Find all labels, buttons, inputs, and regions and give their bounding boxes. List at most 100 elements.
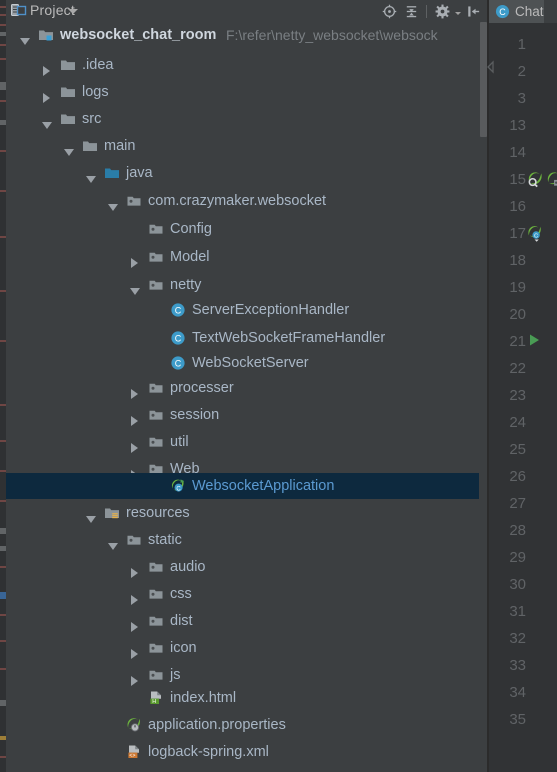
tree-row-com-crazymaker-websocket[interactable]: com.crazymaker.websocket [6, 188, 487, 214]
tree-row[interactable] [6, 764, 487, 772]
tree-row-label: TextWebSocketFrameHandler [192, 330, 386, 346]
editor-tab-chat[interactable]: C Chat [489, 0, 544, 23]
chevron-right-icon[interactable] [130, 382, 142, 399]
tree-row-processer[interactable]: processer [6, 375, 487, 401]
chevron-down-icon[interactable] [86, 167, 98, 183]
chevron-down-icon[interactable] [86, 507, 98, 523]
svg-text:C: C [499, 7, 506, 17]
editor-area: C Chat 1 2 3 13 14 15 16 17 18 19 20 21 22 23 24 25 26 27… [487, 0, 557, 772]
chevron-right-icon[interactable] [130, 642, 142, 659]
line-number: 21 [509, 333, 526, 350]
tree-row-label: .idea [82, 57, 114, 73]
package-icon [148, 407, 164, 423]
project-scrollbar-thumb[interactable] [480, 22, 487, 137]
tree-row-model[interactable]: Model [6, 244, 487, 270]
tree-row-icon[interactable]: icon [6, 635, 487, 661]
chevron-right-icon[interactable] [42, 59, 54, 76]
chevron-right-icon[interactable] [130, 615, 142, 632]
select-opened-file-icon[interactable] [379, 2, 399, 21]
line-number: 16 [509, 198, 526, 215]
hide-panel-icon[interactable] [463, 2, 483, 21]
tree-row-label: netty [170, 277, 202, 293]
chevron-right-icon[interactable] [130, 561, 142, 578]
chevron-down-icon[interactable] [42, 113, 54, 129]
tree-row-src[interactable]: src [6, 106, 487, 132]
collapse-all-icon[interactable] [401, 2, 421, 21]
line-number: 17 [509, 225, 526, 242]
svg-text:C: C [176, 486, 181, 492]
tree-row-textwebsocketframehandler[interactable]: C TextWebSocketFrameHandler [6, 325, 487, 351]
tree-row-websocket-chat-room[interactable]: websocket_chat_room F:\refer\netty_websoc… [6, 22, 487, 48]
tree-row-logback-spring-xml[interactable]: <> logback-spring.xml [6, 739, 487, 765]
tree-row-label: WebSocketServer [192, 355, 309, 371]
chevron-down-icon-settings[interactable] [455, 12, 461, 15]
package-icon [148, 380, 164, 396]
line-number: 33 [509, 657, 526, 674]
settings-gear-icon[interactable] [432, 2, 452, 21]
chevron-down-icon[interactable] [20, 29, 32, 45]
svg-text:H: H [152, 699, 156, 705]
tree-row-label: main [104, 138, 136, 154]
chevron-right-icon[interactable] [130, 436, 142, 453]
tree-row-main[interactable]: main [6, 133, 487, 159]
folder-icon [60, 57, 76, 73]
tree-row-logs[interactable]: logs [6, 79, 487, 105]
tree-row-idea[interactable]: .idea [6, 52, 487, 78]
tree-row-resources[interactable]: resources [6, 500, 487, 526]
project-view-icon [11, 3, 27, 18]
tree-row-label: dist [170, 613, 193, 629]
line-number: 18 [509, 252, 526, 269]
tree-row-config[interactable]: Config [6, 216, 487, 242]
tree-row-session[interactable]: session [6, 402, 487, 428]
spring-gutter-bean-2[interactable] [546, 171, 557, 188]
tree-row-label: src [82, 111, 102, 127]
chevron-down-icon[interactable] [64, 140, 76, 156]
collapse-arrow-icon[interactable] [487, 60, 495, 74]
tree-row-dist[interactable]: dist [6, 608, 487, 634]
tree-row-static[interactable]: static [6, 527, 487, 553]
tree-row-java[interactable]: java [6, 160, 487, 186]
svg-text:C: C [175, 305, 182, 315]
chevron-right-icon[interactable] [130, 588, 142, 605]
tree-row-websocketapplication[interactable]: C WebsocketApplication [6, 473, 487, 499]
java-class-icon: C [495, 4, 510, 19]
chevron-right-icon[interactable] [130, 409, 142, 426]
tool-window-header: Project [6, 0, 487, 21]
tree-row-serverexceptionhandler[interactable]: C ServerExceptionHandler [6, 297, 487, 323]
tree-row-websocketserver[interactable]: C WebSocketServer [6, 350, 487, 376]
tree-row-application-properties[interactable]: application.properties [6, 712, 487, 738]
chevron-down-icon[interactable] [130, 279, 142, 295]
chevron-down-icon[interactable] [108, 195, 120, 211]
package-icon [148, 277, 164, 293]
tree-row-label: application.properties [148, 717, 286, 733]
line-number: 1 [517, 36, 526, 53]
toolbar-divider [426, 4, 427, 18]
tree-row-label: audio [170, 559, 206, 575]
package-icon [126, 532, 142, 548]
chevron-right-icon[interactable] [130, 669, 142, 686]
run-gutter-arrow[interactable] [527, 333, 541, 347]
spring-gutter-bean-class[interactable]: C [527, 225, 544, 242]
chevron-down-icon[interactable] [108, 534, 120, 550]
chevron-right-icon[interactable] [42, 86, 54, 103]
ide-window: Project websocket_chat_room F:\refer\net… [0, 0, 557, 772]
tree-row-css[interactable]: css [6, 581, 487, 607]
tree-row-label: Config [170, 221, 212, 237]
project-tree[interactable]: websocket_chat_room F:\refer\netty_websoc… [6, 21, 487, 772]
java-class-icon: C [170, 302, 186, 318]
tree-row-audio[interactable]: audio [6, 554, 487, 580]
tree-row-label: java [126, 165, 153, 181]
tree-row-util[interactable]: util [6, 429, 487, 455]
chevron-right-icon[interactable] [130, 251, 142, 268]
tree-row-index-html[interactable]: Hindex.html [6, 685, 487, 711]
tree-row-netty[interactable]: netty [6, 272, 487, 298]
line-number: 2 [517, 63, 526, 80]
svg-text:C: C [175, 333, 182, 343]
line-number: 26 [509, 468, 526, 485]
chevron-down-icon[interactable] [68, 9, 78, 14]
tree-row-label: ServerExceptionHandler [192, 302, 350, 318]
spring-gutter-bean[interactable] [527, 171, 544, 188]
line-number: 13 [509, 117, 526, 134]
tree-row-label: Model [170, 249, 210, 265]
editor-gutter[interactable]: 1 2 3 13 14 15 16 17 18 19 20 21 22 23 24 25 26 27 28 29 30 3… [487, 23, 557, 772]
